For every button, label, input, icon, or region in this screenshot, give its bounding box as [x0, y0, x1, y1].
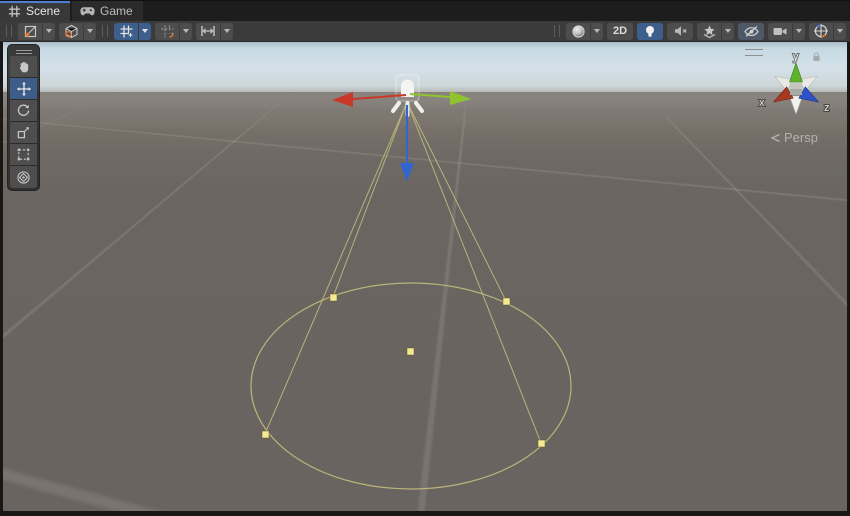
chevron-down-icon[interactable] — [590, 23, 603, 40]
tab-game-label: Game — [100, 4, 133, 18]
view-tool-button[interactable] — [10, 56, 37, 78]
tool-palette-drag-handle[interactable] — [10, 47, 37, 56]
toolbar-drag-handle[interactable] — [6, 25, 12, 37]
orientation-cube-icon — [59, 23, 83, 40]
scene-lighting-button[interactable] — [637, 23, 663, 40]
rotate-icon — [16, 103, 31, 118]
scene-toolbar: 2D — [0, 21, 850, 42]
scene-audio-button[interactable] — [667, 23, 693, 40]
tool-handle-position-button[interactable] — [18, 23, 55, 40]
gizmos-menu-button[interactable] — [809, 23, 846, 40]
tool-palette — [7, 44, 40, 191]
scene-content — [3, 42, 847, 511]
spotlight-cone-lines — [265, 102, 541, 443]
axis-x-label: x — [759, 97, 765, 109]
tab-scene-label: Scene — [26, 4, 60, 18]
scale-icon — [16, 125, 31, 140]
gizmo-center-cube-shade — [790, 89, 802, 95]
grid-snap-icon — [114, 23, 138, 40]
tab-scene[interactable]: Scene — [0, 1, 70, 21]
snap-group-separator — [102, 25, 108, 37]
increment-snap-icon — [155, 23, 179, 40]
move-gizmo-x-arrow[interactable] — [332, 92, 406, 107]
increment-snap-button[interactable] — [155, 23, 192, 40]
tool-handle-rotation-button[interactable] — [59, 23, 96, 40]
spotlight-center-handle[interactable] — [407, 348, 414, 355]
eye-hidden-icon — [738, 23, 764, 40]
shaded-sphere-icon — [566, 23, 590, 40]
spotlight-range-ellipse — [251, 283, 571, 489]
transform-icon — [16, 170, 31, 185]
axis-y-cone[interactable] — [790, 63, 803, 82]
2d-toggle-button[interactable]: 2D — [607, 23, 633, 40]
chevron-down-icon[interactable] — [833, 23, 846, 40]
spotlight-handle[interactable] — [503, 298, 510, 305]
2d-toggle-label: 2D — [611, 25, 629, 37]
lock-icon[interactable] — [812, 52, 821, 62]
chevron-down-icon[interactable] — [179, 23, 192, 40]
pivot-icon — [18, 23, 42, 40]
move-icon — [16, 81, 32, 97]
rect-tool-button[interactable] — [10, 144, 37, 166]
lightbulb-icon — [637, 23, 663, 40]
spotlight-handles[interactable] — [262, 294, 545, 447]
grid-icon — [8, 5, 21, 18]
chevron-down-icon[interactable] — [721, 23, 734, 40]
move-tool-button[interactable] — [10, 78, 37, 100]
unity-scene-view-window: Scene Game — [0, 0, 850, 516]
scene-visibility-button[interactable] — [738, 23, 764, 40]
snap-move-icon — [196, 23, 220, 40]
chevron-down-icon[interactable] — [220, 23, 233, 40]
orientation-gizmo: y x z — [743, 48, 845, 130]
orientation-gizmo-overlay: y x z Persp — [743, 48, 845, 148]
tab-bar: Scene Game — [0, 0, 850, 21]
effects-button[interactable] — [697, 23, 734, 40]
move-gizmo-y-arrow[interactable] — [400, 105, 414, 182]
scale-tool-button[interactable] — [10, 122, 37, 144]
axis-x-cone[interactable] — [770, 87, 793, 108]
gamepad-icon — [80, 6, 95, 17]
projection-label: Persp — [784, 130, 818, 145]
rect-icon — [16, 147, 31, 162]
effects-icon — [697, 23, 721, 40]
axis-y-label: y — [793, 51, 799, 63]
chevron-down-icon[interactable] — [42, 23, 55, 40]
spotlight-handle[interactable] — [330, 294, 337, 301]
spotlight-handle[interactable] — [538, 440, 545, 447]
grid-snapping-button[interactable] — [114, 23, 151, 40]
projection-toggle[interactable]: Persp — [743, 130, 845, 145]
camera-icon — [768, 23, 792, 40]
gizmos-icon — [809, 23, 833, 40]
orientation-overlay-drag-handle[interactable] — [745, 49, 763, 56]
audio-muted-icon — [667, 23, 693, 40]
chevron-down-icon[interactable] — [83, 23, 96, 40]
camera-settings-button[interactable] — [768, 23, 805, 40]
axis-z-label: z — [824, 102, 830, 114]
scene-viewport[interactable]: y x z Persp — [3, 42, 847, 511]
chevron-down-icon[interactable] — [138, 23, 151, 40]
axis-z-cone[interactable] — [799, 87, 822, 108]
persp-chevron-icon — [770, 133, 781, 143]
chevron-down-icon[interactable] — [792, 23, 805, 40]
transform-tool-button[interactable] — [10, 166, 37, 188]
right-group-drag-handle[interactable] — [554, 25, 560, 37]
draw-mode-button[interactable] — [566, 23, 603, 40]
spotlight-handle[interactable] — [262, 431, 269, 438]
hand-icon — [16, 59, 31, 74]
rotate-tool-button[interactable] — [10, 100, 37, 122]
tab-game[interactable]: Game — [72, 1, 143, 21]
snap-settings-button[interactable] — [196, 23, 233, 40]
